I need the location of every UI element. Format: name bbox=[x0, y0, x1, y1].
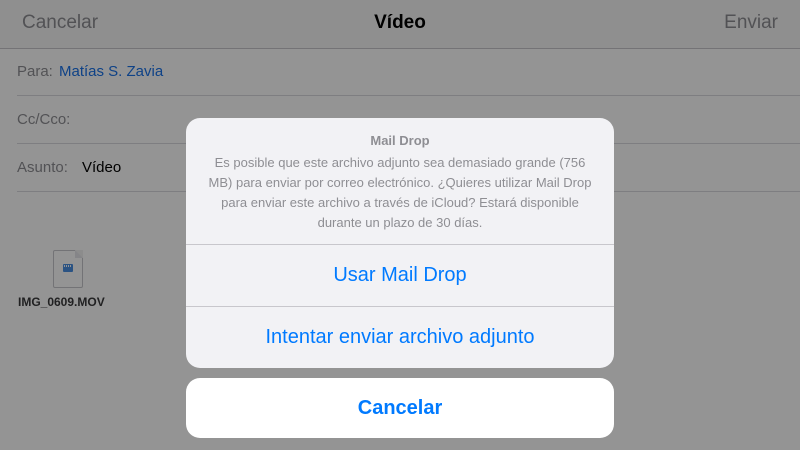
use-mail-drop-button[interactable]: Usar Mail Drop bbox=[186, 245, 614, 307]
mail-drop-action-sheet: Mail Drop Es posible que este archivo ad… bbox=[186, 118, 614, 368]
cancel-button[interactable]: Cancelar bbox=[186, 378, 614, 438]
action-sheet-title: Mail Drop bbox=[370, 133, 430, 148]
try-send-attachment-button[interactable]: Intentar enviar archivo adjunto bbox=[186, 307, 614, 368]
action-sheet-message: Es posible que este archivo adjunto sea … bbox=[208, 155, 592, 230]
action-sheet-header: Mail Drop Es posible que este archivo ad… bbox=[186, 118, 614, 245]
